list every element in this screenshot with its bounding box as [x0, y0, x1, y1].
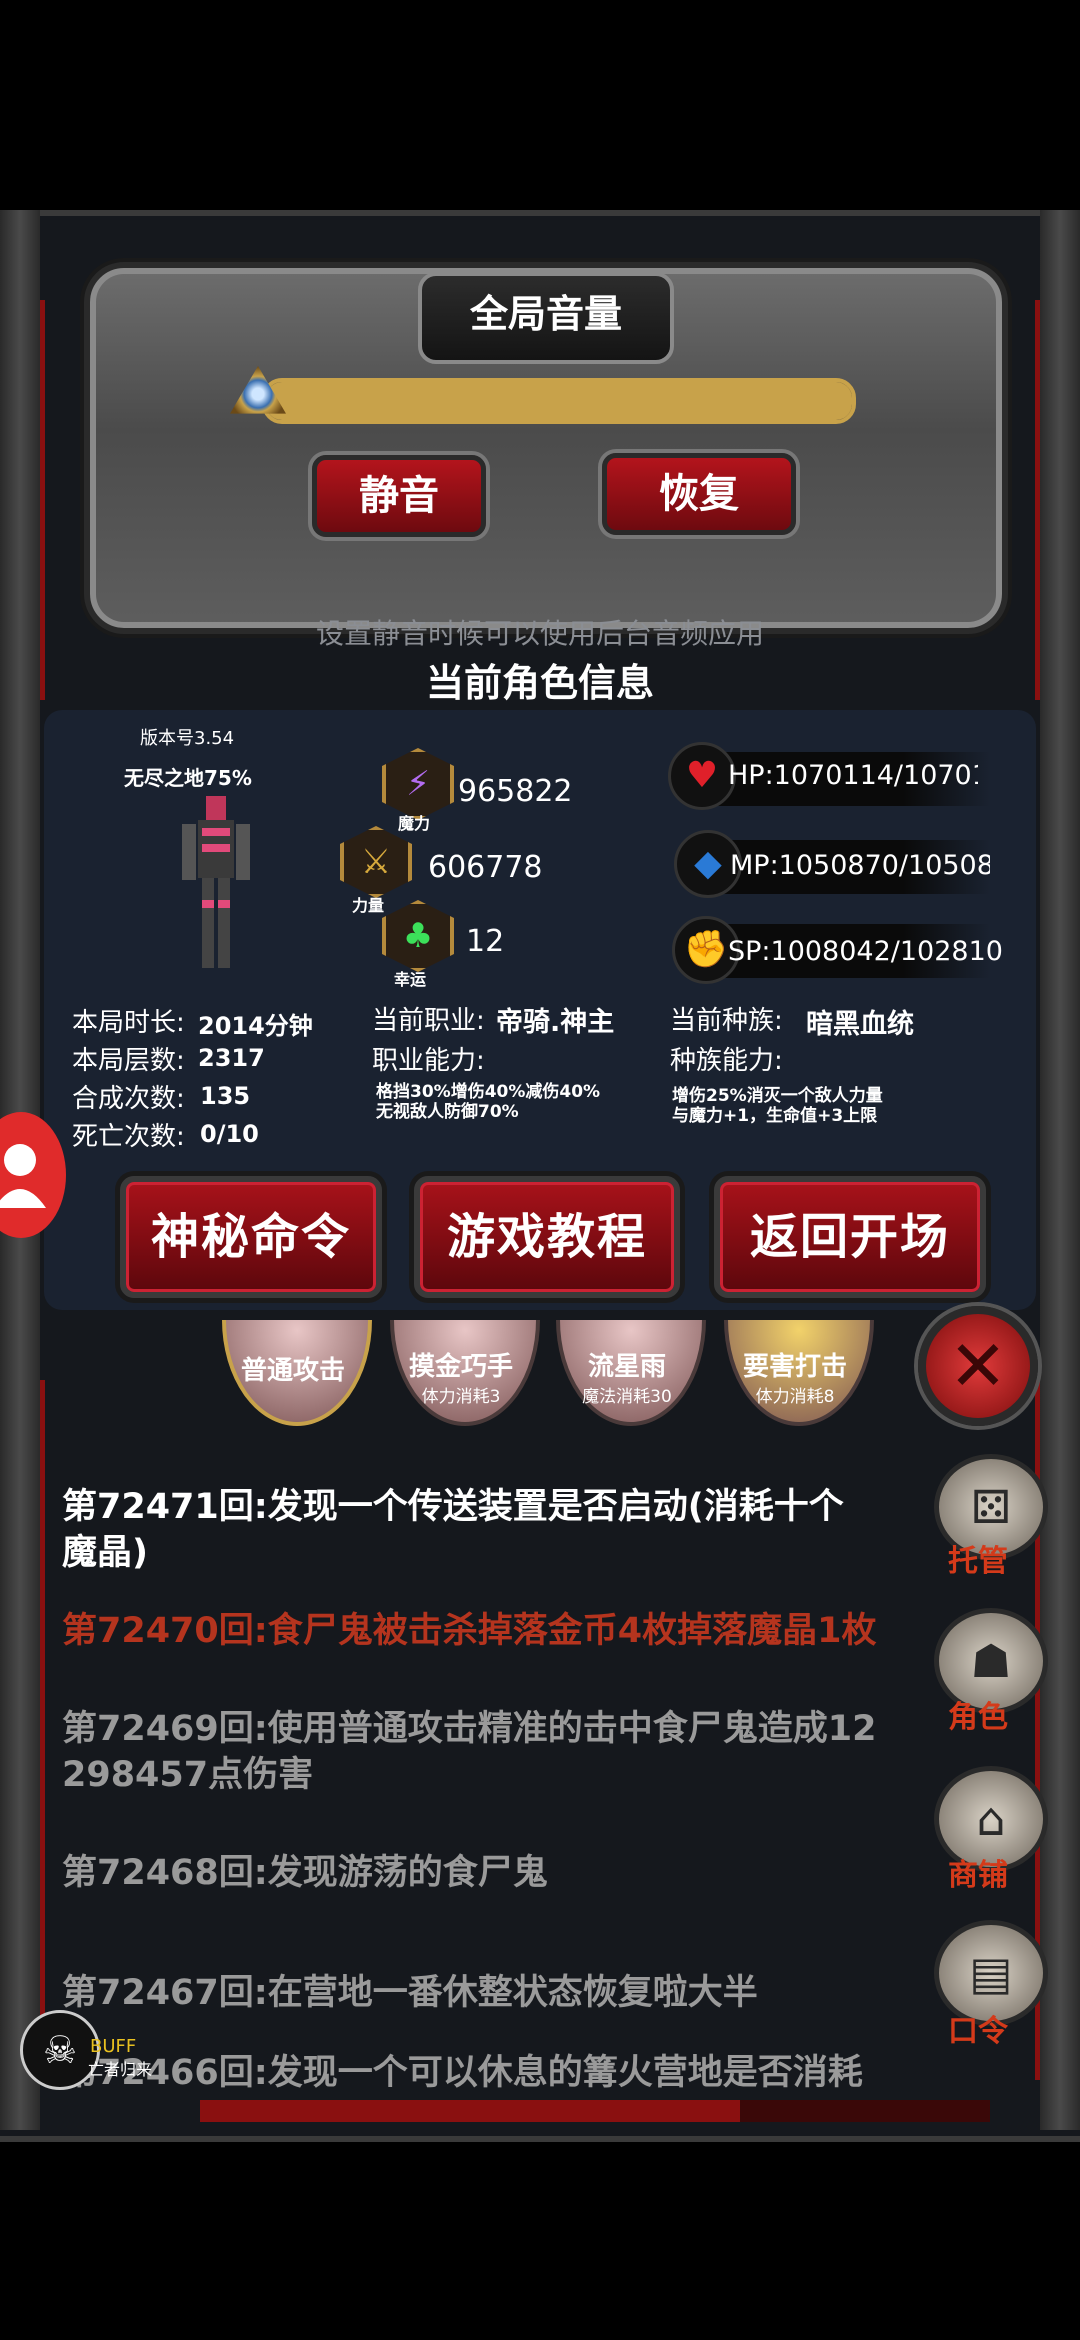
menu-password-label[interactable]: 口令	[948, 2006, 1008, 2050]
character-sprite	[182, 796, 250, 968]
skill-cost: 体力消耗8	[755, 1387, 835, 1407]
log-line: 第72468回:发现游荡的食尸鬼	[62, 1853, 548, 1893]
floors-value: 2317	[198, 1044, 265, 1072]
skill-cost: 体力消耗3	[421, 1387, 501, 1407]
log-line: 第72467回:在营地一番休整状态恢复啦大半	[62, 1973, 758, 2013]
progress-bar-left	[200, 2100, 740, 2122]
class-ability-desc-2: 无视敌人防御70%	[376, 1102, 519, 1122]
restore-button[interactable]: 恢复	[602, 453, 796, 535]
race-label: 当前种族:	[670, 1006, 783, 1036]
race-value: 暗黑血统	[806, 1009, 914, 1040]
map-progress: 无尽之地75%	[124, 766, 252, 790]
volume-slider-fill	[266, 382, 852, 420]
deaths-label: 死亡次数:	[72, 1122, 185, 1152]
volume-hint: 设置静音时候可以使用后台音频应用	[315, 617, 764, 650]
buff-name: 亡者归来	[88, 2060, 153, 2079]
power-label: 力量	[352, 896, 385, 915]
mystery-command-button[interactable]: 神秘命令	[120, 1176, 382, 1298]
race-ability-desc-2: 与魔力+1，生命值+3上限	[672, 1106, 878, 1126]
race-ability-label: 种族能力:	[670, 1046, 783, 1076]
race-ability-desc-1: 增伤25%消灭一个敌人力量	[672, 1086, 883, 1106]
volume-title: 全局音量	[469, 292, 622, 336]
tutorial-button[interactable]: 游戏教程	[414, 1176, 680, 1298]
menu-shop-label[interactable]: 商铺	[948, 1850, 1008, 1894]
skill-cost: 魔法消耗30	[582, 1387, 672, 1407]
sp-value: SP:1008042/1028100	[728, 936, 1002, 967]
buff-label: BUFF	[90, 2036, 137, 2057]
class-value: 帝骑.神主	[496, 1007, 615, 1038]
magic-label: 魔力	[398, 814, 431, 833]
side-avatar-button[interactable]	[0, 1112, 66, 1238]
duration-value: 2014分钟	[198, 1012, 313, 1040]
skill-name: 要害打击	[742, 1352, 847, 1382]
battle-log: 第72471回:发现一个传送装置是否启动(消耗十个 魔晶) 第72470回:食尸…	[40, 1430, 920, 2090]
log-line: 第72466回:发现一个可以休息的篝火营地是否消耗	[62, 2053, 863, 2090]
progress-bar-right	[740, 2100, 990, 2122]
skill-name: 流星雨	[587, 1352, 666, 1382]
close-icon[interactable]: ✕	[918, 1306, 1038, 1426]
power-value: 606778	[428, 850, 543, 885]
synth-value: 135	[200, 1082, 251, 1110]
class-ability-desc-1: 格挡30%增伤40%减伤40%	[376, 1082, 601, 1102]
frame-right-border	[1040, 210, 1080, 2130]
version-label: 版本号3.54	[140, 728, 235, 749]
floors-label: 本局层数:	[72, 1046, 185, 1076]
heart-icon: ♥	[668, 742, 736, 810]
menu-character-label[interactable]: 角色	[948, 1692, 1008, 1736]
magic-value: 965822	[458, 774, 573, 809]
user-icon	[0, 1144, 46, 1208]
log-line: 298457点伤害	[62, 1755, 314, 1795]
log-line: 第72470回:食尸鬼被击杀掉落金币4枚掉落魔晶1枚	[62, 1611, 877, 1651]
class-label: 当前职业:	[372, 1006, 485, 1036]
hp-value: HP:1070114/10701	[728, 760, 978, 791]
mute-button[interactable]: 静音	[312, 455, 486, 537]
return-start-button[interactable]: 返回开场	[714, 1176, 986, 1298]
luck-label: 幸运	[394, 970, 427, 989]
class-ability-label: 职业能力:	[372, 1046, 485, 1076]
skill-name: 摸金巧手	[408, 1352, 513, 1382]
duration-label: 本局时长:	[72, 1008, 185, 1038]
log-line: 第72471回:发现一个传送装置是否启动(消耗十个	[62, 1487, 844, 1527]
synth-label: 合成次数:	[72, 1084, 185, 1114]
log-line: 第72469回:使用普通攻击精准的击中食尸鬼造成12	[62, 1709, 877, 1749]
menu-auto-label[interactable]: 托管	[948, 1536, 1008, 1580]
character-info-header: 当前角色信息	[425, 661, 654, 705]
skill-name: 普通攻击	[240, 1356, 345, 1386]
luck-value: 12	[466, 924, 505, 959]
log-line: 魔晶)	[62, 1533, 148, 1573]
mp-value: MP:1050870/105087	[730, 850, 990, 881]
volume-slider[interactable]	[262, 378, 856, 424]
deaths-value: 0/10	[200, 1120, 259, 1148]
